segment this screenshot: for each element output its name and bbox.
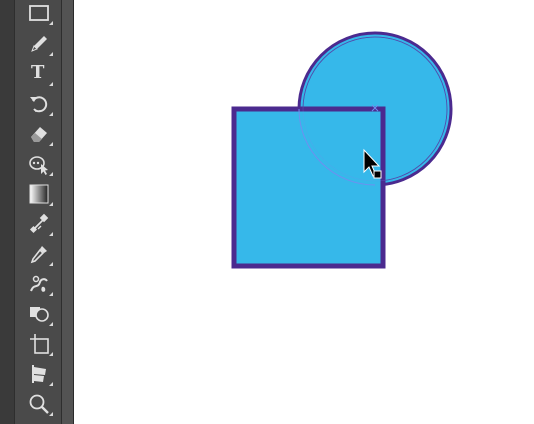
- artboard-icon: [30, 334, 49, 354]
- rotate-tool[interactable]: [25, 92, 53, 116]
- gradient-icon: [29, 184, 49, 204]
- rotate-icon: [30, 96, 48, 113]
- panel-gutter: [0, 0, 14, 424]
- slice-icon: [32, 365, 46, 383]
- tools-panel: T: [14, 0, 62, 424]
- shape-builder-icon: [30, 307, 49, 322]
- slice-tool[interactable]: [25, 362, 53, 386]
- type-icon: T: [31, 62, 45, 83]
- type-tool[interactable]: T: [25, 62, 53, 86]
- pencil-icon: [31, 36, 47, 52]
- square-shape[interactable]: [231, 106, 386, 269]
- rectangle-icon: [29, 5, 49, 21]
- tools-panel-edge: [62, 0, 74, 424]
- shape-builder-tool[interactable]: [25, 302, 53, 326]
- eyedropper-tool[interactable]: [25, 242, 53, 266]
- eraser-icon: [31, 127, 47, 142]
- artboard-canvas[interactable]: [74, 0, 534, 424]
- gradient-tool[interactable]: [25, 182, 53, 206]
- illustrator-window: T: [0, 0, 534, 424]
- artboard-tool[interactable]: [25, 332, 53, 356]
- eyedropper-icon: [30, 246, 47, 264]
- symbol-sprayer-icon: [30, 275, 48, 292]
- puppet-warp-tool[interactable]: [25, 152, 53, 176]
- rectangle-tool[interactable]: [25, 1, 53, 25]
- zoom-tool[interactable]: [25, 392, 53, 416]
- puppet-warp-icon: [29, 156, 48, 175]
- zoom-icon: [29, 394, 49, 414]
- blend-tool[interactable]: [25, 212, 53, 236]
- eraser-tool[interactable]: [25, 122, 53, 146]
- pencil-tool[interactable]: [25, 32, 53, 56]
- blend-icon: [29, 213, 49, 234]
- symbol-sprayer-tool[interactable]: [25, 272, 53, 296]
- artwork: [231, 31, 453, 269]
